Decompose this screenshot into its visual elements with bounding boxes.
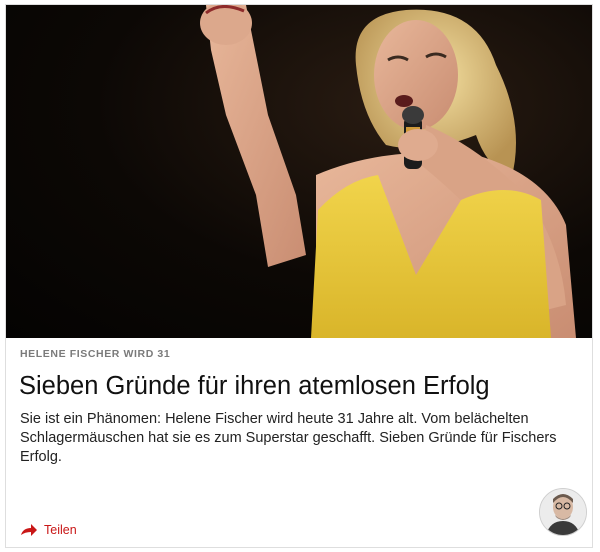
article-teaser-text: Sie ist ein Phänomen: Helene Fischer wir…: [20, 411, 557, 465]
singer-illustration: [200, 5, 576, 338]
author-avatar[interactable]: [539, 488, 587, 536]
article-headline[interactable]: Sieben Gründe für ihren atemlosen Erfolg: [19, 369, 490, 403]
article-hero-image[interactable]: [6, 5, 592, 338]
author-portrait-icon: [540, 489, 586, 535]
share-arrow-icon: [20, 523, 38, 537]
article-teaser-card[interactable]: HELENE FISCHER WIRD 31 Sieben Gründe für…: [5, 4, 593, 548]
article-kicker: HELENE FISCHER WIRD 31: [20, 348, 171, 360]
share-label: Teilen: [44, 523, 77, 537]
share-button[interactable]: Teilen: [20, 523, 77, 537]
